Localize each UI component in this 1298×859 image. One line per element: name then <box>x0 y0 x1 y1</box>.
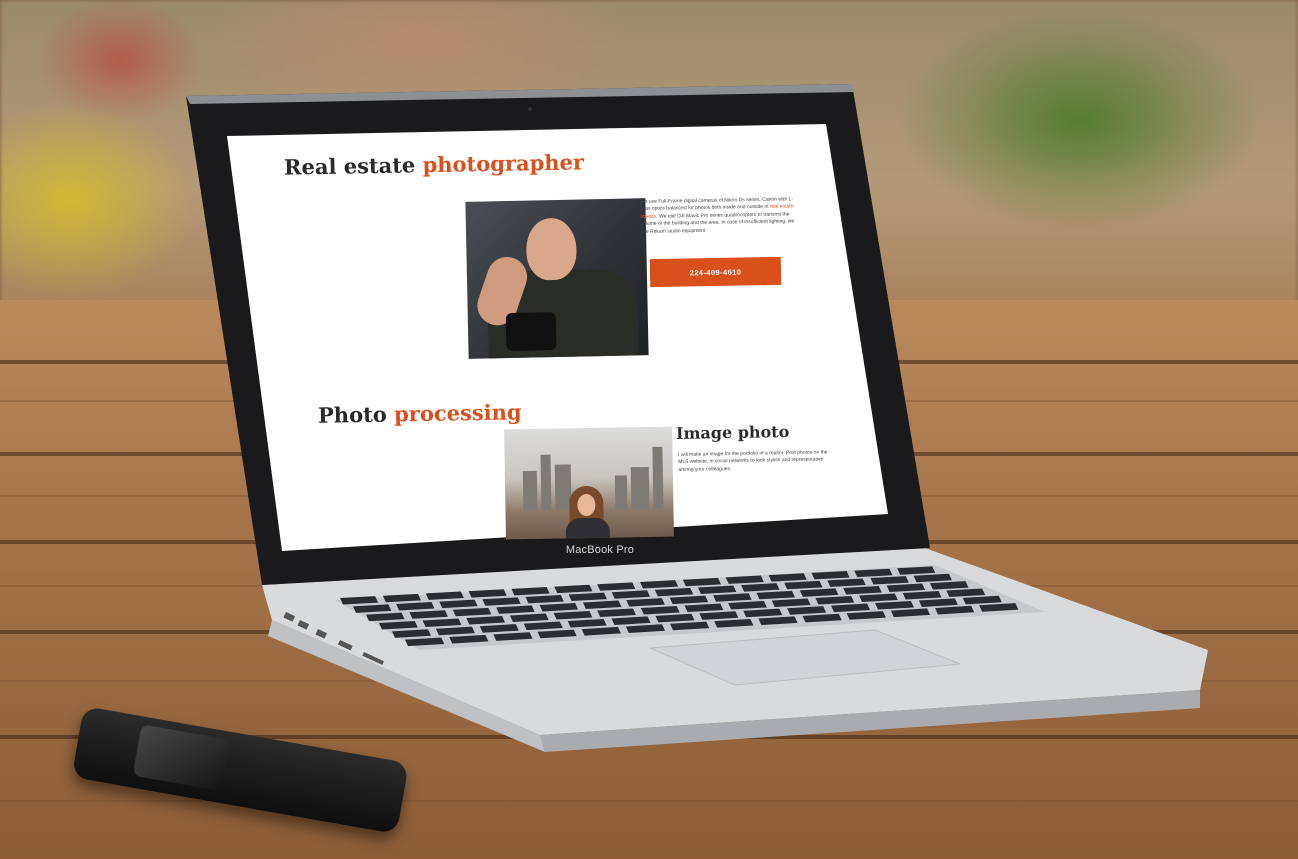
laptop-brand-label: MacBook Pro <box>565 544 635 556</box>
building <box>522 470 538 512</box>
image-photo-description: I will make an image for the portfolio o… <box>678 449 828 473</box>
camera-icon <box>505 312 557 352</box>
image-photo-title: Image photo <box>675 422 790 443</box>
woman-body <box>565 517 611 540</box>
building <box>652 446 664 509</box>
processing-title: Photo processing <box>318 399 522 428</box>
portrait-head <box>525 217 578 281</box>
processing-title-accent: processing <box>393 399 522 427</box>
city-portrait-photo <box>504 426 674 540</box>
building <box>540 454 552 511</box>
woman-face <box>577 493 596 517</box>
processing-title-plain: Photo <box>317 401 395 428</box>
photographer-portrait <box>465 198 649 359</box>
hero-title-plain: Real estate <box>283 152 423 180</box>
phone-number-button[interactable]: 224-409-4610 <box>649 256 782 288</box>
hero-description-part2: . We use DJI Mavic Pro series quadrocopt… <box>640 211 795 235</box>
hero-title: Real estate photographer <box>284 149 584 179</box>
building <box>614 475 628 510</box>
hero-title-accent: photographer <box>422 149 585 178</box>
hero-description: We use Full-Frame digital cameras of Nik… <box>640 196 801 236</box>
webcam <box>528 107 532 111</box>
building <box>630 466 650 510</box>
